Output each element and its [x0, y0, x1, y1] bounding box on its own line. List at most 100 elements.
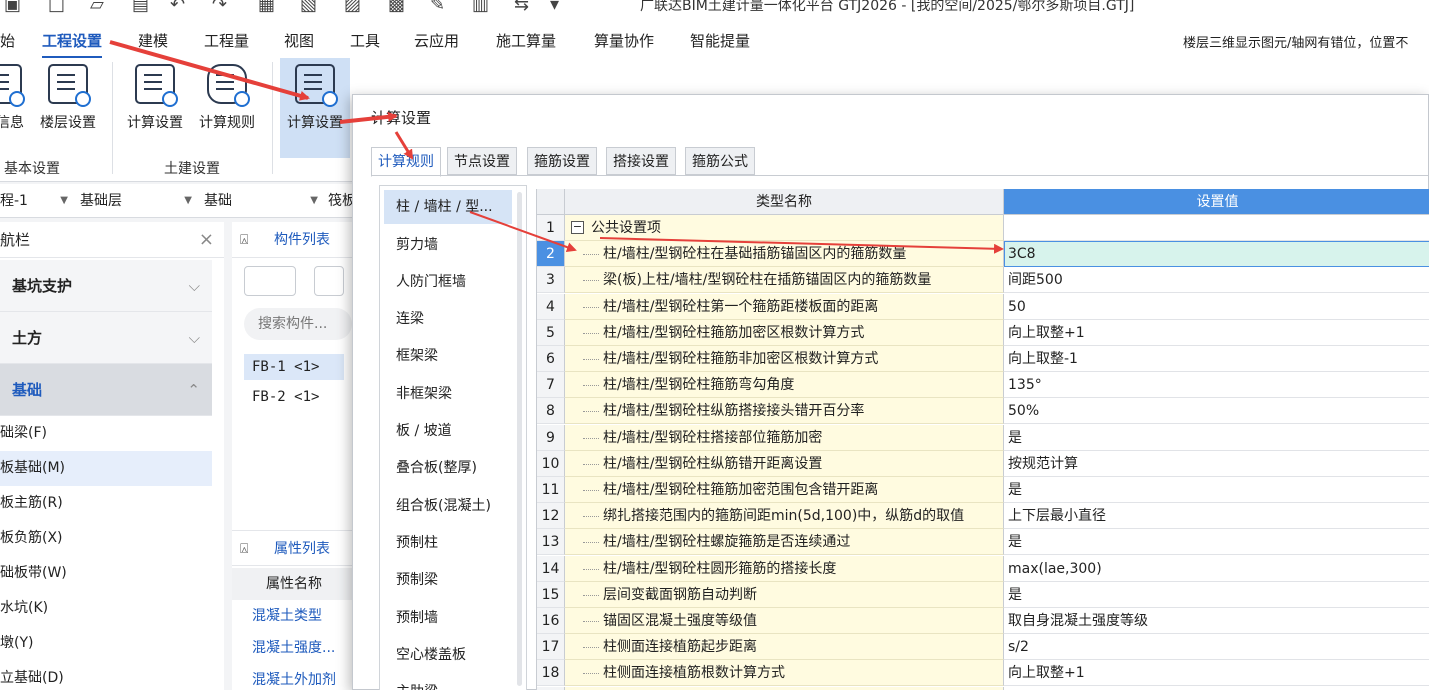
table-row[interactable]: 6 柱/墙柱/型钢砼柱箍筋非加密区根数计算方式 向上取整-1: [537, 346, 1429, 372]
nav-item-raft-foundation[interactable]: 板基础(M): [0, 451, 212, 486]
component-search-input[interactable]: 搜索构件...: [244, 308, 352, 340]
menu-view[interactable]: 视图: [284, 30, 314, 51]
project-dropdown[interactable]: 程-1 ▼: [0, 188, 72, 214]
paste-layer-icon[interactable]: ▩: [388, 0, 405, 15]
tab-property-list[interactable]: ⍓ 属性列表: [232, 530, 352, 566]
table-row[interactable]: 18 柱侧面连接植筋根数计算方式 向上取整+1: [537, 660, 1429, 687]
tab-component-list[interactable]: ⍓ 构件列表: [232, 222, 352, 258]
menu-smart-extract[interactable]: 智能提量: [690, 30, 750, 51]
copy-layer-icon[interactable]: ▨: [344, 0, 361, 15]
new-component-button[interactable]: [244, 266, 296, 296]
row-value-cell[interactable]: 50: [1004, 294, 1429, 320]
table-row[interactable]: 10 柱/墙柱/型钢砼柱纵筋错开距离设置 按规范计算: [537, 450, 1429, 477]
type-item-coupling-beam[interactable]: 连梁: [380, 301, 514, 338]
menu-project-settings[interactable]: 工程设置: [42, 30, 103, 58]
tab-node-settings[interactable]: 节点设置: [447, 147, 517, 175]
nav-item-foundation-strip[interactable]: 础板带(W): [0, 556, 212, 591]
list-scrollbar[interactable]: [517, 192, 522, 686]
tab-stirrup-settings[interactable]: 箍筋设置: [527, 147, 597, 175]
row-value-cell[interactable]: 是: [1004, 477, 1429, 503]
row-value-cell[interactable]: max(lae,300): [1004, 556, 1429, 582]
quick-access-icon[interactable]: ▣: [4, 0, 21, 15]
property-row[interactable]: 混凝土强度...: [232, 632, 352, 664]
table-row[interactable]: 17 柱侧面连接植筋起步距离 s/2: [537, 634, 1429, 661]
row-value-cell[interactable]: 取自身混凝土强度等级: [1004, 608, 1429, 634]
type-item-frame-beam[interactable]: 框架梁: [380, 338, 514, 375]
row-value-cell[interactable]: 向上取整+1: [1004, 660, 1429, 687]
menu-modeling[interactable]: 建模: [138, 30, 168, 51]
row-value-cell[interactable]: 上下层最小直径: [1004, 503, 1429, 530]
table-row[interactable]: 3 梁(板)上柱/墙柱/型钢砼柱在插筋锚固区内的箍筋数量 间距500: [537, 267, 1429, 294]
type-item-column[interactable]: 柱 / 墙柱 / 型...: [384, 190, 512, 224]
undo-icon[interactable]: ↶: [170, 0, 185, 15]
row-value-cell[interactable]: [1004, 215, 1429, 241]
type-item-precast-column[interactable]: 预制柱: [380, 525, 514, 562]
nav-category-foundation[interactable]: 基础 ⌃: [0, 364, 212, 416]
print-icon[interactable]: ▥: [472, 0, 489, 15]
tab-calc-rules[interactable]: 计算规则: [371, 147, 441, 177]
table-row[interactable]: 4 柱/墙柱/型钢砼柱第一个箍筋距楼板面的距离 50: [537, 293, 1429, 320]
pin-icon[interactable]: ⍓: [240, 531, 248, 567]
new-file-icon[interactable]: □: [48, 0, 65, 15]
calc-settings-button[interactable]: 计算设置: [122, 58, 188, 158]
table-row[interactable]: 14 柱/墙柱/型钢砼柱圆形箍筋的搭接长度 max(lae,300): [537, 555, 1429, 582]
nav-item-raft-main-rebar[interactable]: 板主筋(R): [0, 486, 212, 521]
floor-dropdown[interactable]: 基础层 ▼: [80, 188, 196, 214]
pin-icon[interactable]: ⍓: [240, 222, 248, 258]
menu-tools[interactable]: 工具: [350, 30, 380, 51]
grid-group-row[interactable]: 1− 公共设置项: [537, 215, 1429, 241]
row-value-cell[interactable]: 3C8: [1004, 241, 1429, 268]
row-value-cell[interactable]: s/2: [1004, 634, 1429, 661]
menu-quantity[interactable]: 工程量: [204, 30, 249, 51]
tab-stirrup-formula[interactable]: 箍筋公式: [685, 147, 755, 175]
save-icon[interactable]: ▤: [132, 0, 149, 15]
table-row[interactable]: 16 锚固区混凝土强度等级值 取自身混凝土强度等级: [537, 608, 1429, 634]
table-row[interactable]: 2 柱/墙柱/型钢砼柱在基础插筋锚固区内的箍筋数量 3C8: [537, 241, 1429, 268]
rebar-calc-settings-button[interactable]: 计算设置: [280, 58, 350, 158]
type-item-combined-slab[interactable]: 组合板(混凝土): [380, 488, 514, 525]
nav-item-sump[interactable]: 水坑(K): [0, 591, 212, 626]
type-item-slab-ramp[interactable]: 板 / 坡道: [380, 413, 514, 450]
notice-text[interactable]: 楼层三维显示图元/轴网有错位，位置不: [1183, 32, 1408, 51]
table-row[interactable]: 19柱/墙柱/型钢砼柱...: [537, 686, 1429, 690]
nav-item-foundation-beam[interactable]: 础梁(F): [0, 416, 212, 451]
type-dropdown[interactable]: 筏板: [328, 188, 352, 214]
table-row[interactable]: 15 层间变截面钢筋自动判断 是: [537, 581, 1429, 608]
copy-component-button[interactable]: [314, 266, 344, 296]
row-value-cell[interactable]: [1004, 687, 1429, 690]
sync-icon[interactable]: ⇆: [514, 0, 529, 15]
row-value-cell[interactable]: 50%: [1004, 398, 1429, 425]
edit-icon[interactable]: ✎: [430, 0, 445, 15]
row-value-cell[interactable]: 是: [1004, 582, 1429, 608]
type-item-composite-slab[interactable]: 叠合板(整厚): [380, 450, 514, 487]
table-row[interactable]: 12 绑扎搭接范围内的箍筋间距min(5d,100)中，纵筋d的取值 上下层最小直径: [537, 503, 1429, 530]
table-row[interactable]: 5 柱/墙柱/型钢砼柱箍筋加密区根数计算方式 向上取整+1: [537, 319, 1429, 346]
redo-icon[interactable]: ↷: [212, 0, 227, 15]
grid-icon[interactable]: ▦: [258, 0, 275, 15]
row-value-cell[interactable]: 间距500: [1004, 267, 1429, 294]
component-item[interactable]: FB-1 <1>: [244, 354, 344, 380]
menu-cloud[interactable]: 云应用: [414, 30, 459, 51]
type-item-main-rib-beam[interactable]: 主肋梁: [380, 674, 514, 690]
table-row[interactable]: 8 柱/墙柱/型钢砼柱纵筋搭接接头错开百分率 50%: [537, 398, 1429, 425]
collapse-icon[interactable]: −: [571, 221, 584, 234]
type-item-non-frame-beam[interactable]: 非框架梁: [380, 376, 514, 413]
nav-category-pit-support[interactable]: 基坑支护 ⌵: [0, 260, 212, 312]
table-row[interactable]: 9 柱/墙柱/型钢砼柱搭接部位箍筋加密 是: [537, 424, 1429, 451]
nav-item-pier[interactable]: 墩(Y): [0, 626, 212, 661]
calc-rules-button[interactable]: 计算规则: [194, 58, 260, 158]
row-value-cell[interactable]: 135°: [1004, 372, 1429, 399]
table-row[interactable]: 13 柱/墙柱/型钢砼柱螺旋箍筋是否连续通过 是: [537, 529, 1429, 556]
customize-dropdown-icon[interactable]: ▾: [550, 0, 559, 15]
type-item-hollow-slab[interactable]: 空心楼盖板: [380, 637, 514, 674]
nav-item-raft-negative-rebar[interactable]: 板负筋(X): [0, 521, 212, 556]
close-icon[interactable]: ×: [199, 222, 214, 258]
type-item-precast-beam[interactable]: 预制梁: [380, 562, 514, 599]
type-item-precast-wall[interactable]: 预制墙: [380, 600, 514, 637]
row-value-cell[interactable]: 是: [1004, 425, 1429, 451]
row-value-cell[interactable]: 向上取整-1: [1004, 346, 1429, 372]
row-value-cell[interactable]: 是: [1004, 529, 1429, 556]
property-row[interactable]: 混凝土类型: [232, 600, 352, 632]
layer-icon[interactable]: ▧: [300, 0, 317, 15]
component-item[interactable]: FB-2 <1>: [244, 384, 344, 410]
